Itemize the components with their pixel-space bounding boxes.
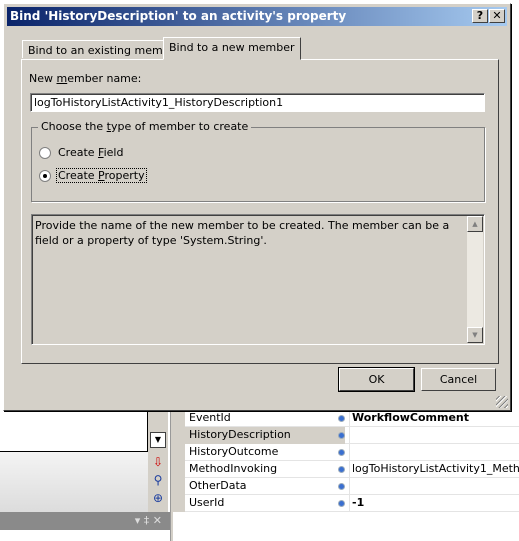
property-row[interactable]: MethodInvoking logToHistoryListActivity1… (173, 461, 519, 478)
vertical-scrollbar[interactable]: ▲ ▼ (467, 216, 483, 343)
panel-controls[interactable]: ▾ ‡ ✕ (135, 514, 162, 527)
designer-strip (0, 452, 148, 512)
description-box: Provide the name of the new member to be… (31, 214, 485, 345)
member-name-label: New member name: (29, 72, 142, 85)
row-gutter (173, 444, 185, 461)
bind-icon[interactable] (338, 466, 345, 473)
property-name[interactable]: HistoryOutcome (185, 444, 345, 461)
bind-property-icon[interactable]: ⇩ (150, 454, 166, 470)
property-name[interactable]: OtherData (185, 478, 345, 495)
bind-icon[interactable] (338, 500, 345, 507)
bind-dialog: Bind 'HistoryDescription' to an activity… (3, 3, 511, 411)
row-gutter (173, 495, 185, 512)
row-gutter (173, 461, 185, 478)
create-property-radio[interactable] (39, 170, 51, 182)
tab-new-member[interactable]: Bind to a new member (163, 37, 301, 60)
bind-icon[interactable] (338, 483, 345, 490)
property-name[interactable]: MethodInvoking (185, 461, 345, 478)
group-label: Choose the type of member to create (38, 120, 252, 133)
description-text: Provide the name of the new member to be… (35, 219, 450, 247)
ok-button[interactable]: OK (338, 367, 415, 392)
property-row[interactable]: HistoryDescription (173, 427, 519, 444)
property-grid: EventId WorkflowComment HistoryDescripti… (173, 410, 519, 512)
property-value[interactable]: -1 (349, 495, 364, 512)
find-icon[interactable]: ⚲ (150, 472, 166, 488)
property-value[interactable] (349, 478, 352, 495)
scroll-up-button[interactable]: ▲ (467, 216, 483, 232)
create-field-radio[interactable] (39, 147, 51, 159)
property-row[interactable]: UserId -1 (173, 495, 519, 512)
move-icon[interactable]: ⊕ (150, 490, 166, 506)
property-value[interactable]: WorkflowComment (349, 410, 469, 427)
panel-title-bar: ▾ ‡ ✕ (0, 512, 170, 530)
property-value[interactable] (349, 427, 352, 444)
cancel-button[interactable]: Cancel (421, 368, 496, 391)
row-gutter (173, 478, 185, 495)
bind-icon[interactable] (338, 415, 345, 422)
dialog-title: Bind 'HistoryDescription' to an activity… (10, 9, 347, 23)
property-row[interactable]: OtherData (173, 478, 519, 495)
scroll-down-button[interactable]: ▼ (467, 327, 483, 343)
property-toolbar: ▼ ⇩ ⚲ ⊕ (148, 410, 168, 512)
create-field-label[interactable]: Create Field (57, 146, 124, 159)
designer-area (0, 410, 148, 452)
member-type-group: Choose the type of member to create Crea… (31, 120, 485, 202)
resize-grip[interactable] (496, 396, 508, 408)
help-button[interactable]: ? (472, 9, 488, 23)
bind-icon[interactable] (338, 449, 345, 456)
bind-icon[interactable] (338, 432, 345, 439)
property-row[interactable]: EventId WorkflowComment (173, 410, 519, 427)
close-button[interactable]: ✕ (489, 9, 505, 23)
property-name[interactable]: UserId (185, 495, 345, 512)
row-gutter (173, 410, 185, 427)
member-name-input[interactable]: logToHistoryListActivity1_HistoryDescrip… (30, 93, 485, 112)
property-row[interactable]: HistoryOutcome (173, 444, 519, 461)
property-value[interactable]: logToHistoryListActivity1_MethodIn (349, 461, 519, 478)
property-name[interactable]: HistoryDescription (185, 427, 345, 444)
title-bar: Bind 'HistoryDescription' to an activity… (7, 7, 507, 26)
create-property-label[interactable]: Create Property (56, 168, 147, 183)
scroll-down-button[interactable]: ▼ (150, 432, 166, 448)
property-name[interactable]: EventId (185, 410, 345, 427)
property-value[interactable] (349, 444, 352, 461)
row-gutter (173, 427, 185, 444)
